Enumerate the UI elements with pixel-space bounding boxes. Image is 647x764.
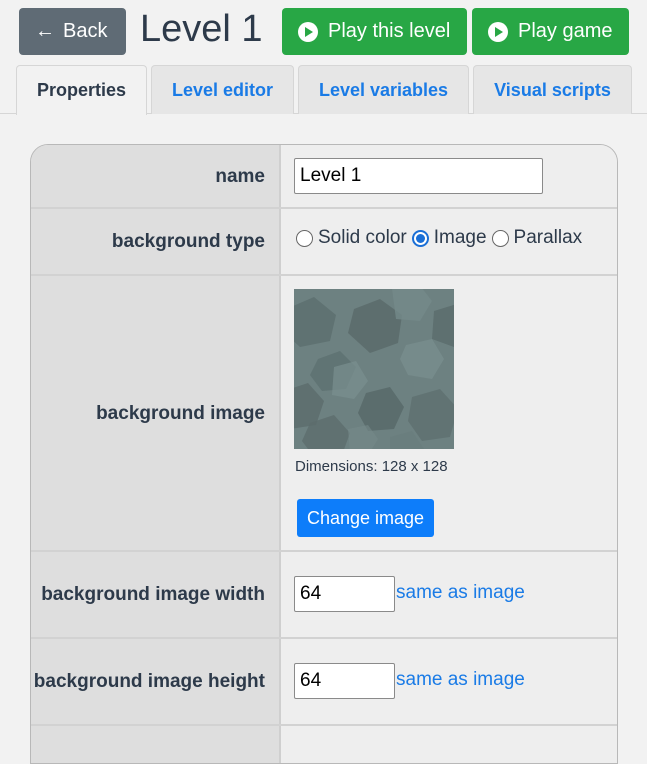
tab-level-editor[interactable]: Level editor [151,65,294,114]
play-game-label: Play game [518,20,613,42]
background-image-height-input[interactable] [294,663,395,699]
tab-level-variables[interactable]: Level variables [298,65,469,114]
tab-properties[interactable]: Properties [16,65,147,115]
property-label-background-image-width: background image width [31,552,281,637]
tab-visual-scripts[interactable]: Visual scripts [473,65,632,114]
property-row-background-type: background type Solid color Image Parall… [31,209,617,276]
name-input[interactable] [294,158,543,194]
property-row-name: name [31,145,617,209]
play-this-level-label: Play this level [328,20,451,42]
property-value-background-image-width: same as image [283,552,617,637]
radio-solid-color[interactable] [296,229,313,247]
height-same-as-image-link[interactable]: same as image [396,669,525,691]
background-image-width-input[interactable] [294,576,395,612]
back-button[interactable]: ← Back [19,8,126,55]
width-same-as-image-link[interactable]: same as image [396,582,525,604]
change-image-button[interactable]: Change image [297,499,434,537]
play-this-level-button[interactable]: Play this level [282,8,467,55]
property-label-background-type: background type [31,209,281,274]
page-title: Level 1 [140,8,263,50]
play-game-button[interactable]: Play game [472,8,629,55]
property-value-background-image-height: same as image [283,639,617,724]
radio-label-solid-color: Solid color [318,227,407,248]
radio-option-solid-color[interactable]: Solid color [296,227,407,249]
play-circle-icon [488,21,508,42]
property-row-background-image-height: background image height same as image [31,639,617,726]
property-label-background-image: background image [31,276,281,550]
radio-option-image[interactable]: Image [411,227,487,249]
property-value-name [283,145,617,207]
property-value-background-image: Dimensions: 128 x 128 Change image [283,276,617,550]
property-label-background-image-height: background image height [31,639,281,724]
property-value-background-type: Solid color Image Parallax [283,209,617,274]
background-image-preview [294,289,454,449]
arrow-left-icon: ← [35,20,55,42]
radio-image[interactable] [411,229,429,247]
background-type-radio-group: Solid color Image Parallax [296,227,587,249]
play-circle-icon [298,21,318,42]
property-label-name: name [31,145,281,207]
background-image-dimensions: Dimensions: 128 x 128 [295,458,448,475]
top-bar: ← Back Level 1 Play this level Play game [0,0,647,60]
property-row-background-image: background image Dimensions: 128 x 128 C… [31,276,617,552]
hexagon-pattern-image [294,289,454,449]
radio-option-parallax[interactable]: Parallax [491,227,583,249]
properties-table: name background type Solid color Image P… [30,144,618,764]
tab-bar: Properties Level editor Level variables … [0,65,647,115]
radio-label-image: Image [433,227,487,248]
radio-parallax[interactable] [491,229,509,247]
radio-label-parallax: Parallax [513,227,583,248]
back-button-label: Back [63,20,108,42]
property-row-background-image-width: background image width same as image [31,552,617,639]
